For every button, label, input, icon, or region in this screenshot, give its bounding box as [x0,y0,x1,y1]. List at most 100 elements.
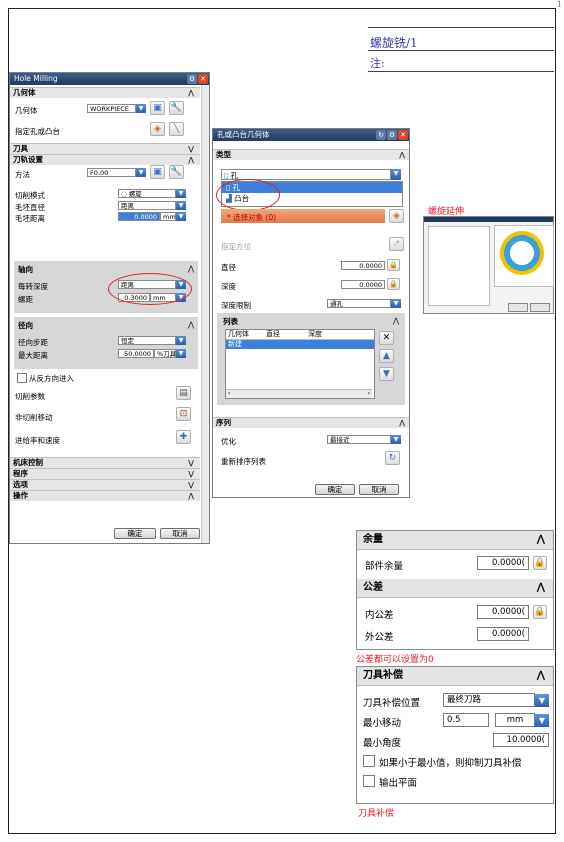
cancel-button[interactable]: 取消 [160,528,200,539]
max-distance-unit[interactable]: %刀具 [154,349,176,358]
lock-icon[interactable]: 🔒 [387,278,400,290]
lock-icon[interactable]: 🔒 [533,556,547,570]
depth-input[interactable]: 0.0000 [341,280,385,289]
ok-button[interactable]: 确定 [315,484,355,495]
blank-distance-input[interactable]: 0.0000 [118,212,160,221]
outtol-input[interactable]: 0.0000( [477,627,529,641]
list-item[interactable]: 新建 [226,340,374,349]
select-objects-icon[interactable]: ◈ [389,209,404,223]
max-distance-input[interactable]: 50.0000 [118,349,154,358]
chevron-down-icon[interactable]: ▼ [176,201,186,210]
intol-input[interactable]: 0.0000( [477,605,529,619]
doc-note: 注: [370,57,385,70]
move-up-icon[interactable]: ▲ [379,349,394,363]
geometry-select[interactable]: WORKPIECE_ [87,104,136,113]
section-tolerance[interactable]: 公差 ⋀ [357,579,553,598]
close-icon[interactable]: ✕ [379,331,394,345]
refresh-icon[interactable]: ↻ [385,451,400,465]
chevron-down-icon[interactable]: ▼ [136,168,146,177]
depth-limit-select[interactable]: 通孔 [327,299,391,308]
section-path-settings[interactable]: 刀轨设置 ⋀ [10,154,200,165]
section-program[interactable]: 程序 ⋁ [10,468,200,479]
edit-method-icon[interactable]: ▣ [150,165,165,179]
hole-boss-titlebar: 孔或凸台几何体 ↻ ⚙ ✕ [213,129,409,141]
cut-params-icon[interactable]: ▤ [176,386,191,400]
cut-mode-select[interactable]: ◌ 螺旋 [118,189,176,198]
section-tool[interactable]: 刀具 ⋁ [10,143,200,154]
tool-compensation-panel: 刀具补偿 ⋀ 刀具补偿位置 最终刀路 ▼ 最小移动 0.5 mm ▼ 最小角度 1… [356,666,554,804]
radial-section-label[interactable]: 径向 [18,320,33,331]
ok-button[interactable]: 确定 [114,528,156,539]
section-type[interactable]: 类型 ⋀ [213,149,409,160]
section-stock[interactable]: 余量 ⋀ [357,531,553,550]
chevron-up-icon[interactable]: ⋀ [188,320,194,329]
min-move-label: 最小移动 [363,718,402,729]
chevron-up-icon[interactable]: ⋀ [393,316,399,325]
blank-distance-unit[interactable]: mm [160,212,176,221]
csys-icon[interactable]: ↗ [389,237,404,251]
min-move-input[interactable]: 0.5 [443,713,489,727]
part-stock-label: 部件余量 [365,561,404,572]
reverse-entry-label: 从反方向进入 [29,374,74,383]
wrench-icon[interactable]: 🔧 [169,101,184,115]
axial-section-label[interactable]: 轴向 [18,264,33,275]
optimize-select[interactable]: 最接近 [327,435,391,444]
wrench-icon[interactable]: 🔧 [169,165,184,179]
optimize-label: 优化 [221,437,236,446]
highlight-ellipse [108,273,192,305]
horizontal-scrollbar[interactable]: ‹ › [226,389,372,398]
chevron-down-icon[interactable]: ▼ [391,169,401,180]
list-section-label[interactable]: 列表 [223,316,238,327]
suppress-comp-checkbox[interactable] [363,755,375,767]
stock-tolerance-panel: 余量 ⋀ 部件余量 0.0000( 🔒 公差 ⋀ 内公差 0.0000( 🔒 外公差… [356,530,554,650]
blank-diameter-select[interactable]: 距离 [118,201,176,210]
section-sequence[interactable]: 序列 ⋀ [213,417,409,428]
section-options[interactable]: 选项 ⋁ [10,479,200,490]
move-down-icon[interactable]: ▼ [379,367,394,381]
pitch-label: 螺距 [18,295,33,304]
list-col-header: 直径 [266,330,280,338]
new-geometry-icon[interactable]: ▣ [150,101,165,115]
diameter-input[interactable]: 0.0000 [341,261,385,270]
part-stock-input[interactable]: 0.0000( [477,556,529,570]
intol-label: 内公差 [365,610,394,621]
flashlight-icon[interactable]: ╲ [169,122,184,136]
cancel-button[interactable]: 取消 [359,484,399,495]
chevron-down-icon[interactable]: ▼ [535,694,549,707]
close-icon[interactable]: ✕ [198,74,208,84]
depth-limit-label: 深度限制 [221,301,251,310]
output-plane-checkbox[interactable] [363,775,375,787]
chevron-down-icon[interactable]: ▼ [176,349,186,358]
chevron-down-icon[interactable]: ▼ [535,714,549,727]
method-select[interactable]: F0.00 [87,168,136,177]
chevron-down-icon[interactable]: ▼ [176,189,186,198]
chevron-down-icon[interactable]: ▼ [391,299,401,308]
specify-holes-icon[interactable]: ◈ [150,122,165,136]
reverse-entry-checkbox[interactable] [17,373,27,383]
feeds-speeds-icon[interactable]: ✚ [176,430,191,444]
gear-icon[interactable]: ⚙ [187,74,197,84]
comp-position-select[interactable]: 最终刀路 [443,693,535,707]
non-cut-moves-icon[interactable]: ⊡ [176,407,191,421]
min-angle-input[interactable]: 10.0000( [493,733,549,747]
chevron-down-icon[interactable]: ▼ [176,212,186,221]
chevron-down-icon[interactable]: ▼ [136,104,146,113]
section-geometry[interactable]: 几何体 ⋀ [10,87,200,98]
gear-icon[interactable]: ⚙ [387,130,397,140]
radial-step-select[interactable]: 恒定 [118,336,176,345]
doc-title: 螺旋铣/1 [370,36,418,50]
reset-icon[interactable]: ↻ [376,130,386,140]
chevron-down-icon[interactable]: ▼ [176,336,186,345]
min-move-unit[interactable]: mm [495,713,535,727]
reorder-label: 重新排序列表 [221,457,266,466]
section-machine-control[interactable]: 机床控制 ⋁ [10,457,200,468]
chevron-down-icon[interactable]: ▼ [391,435,401,444]
close-icon[interactable]: ✕ [398,130,408,140]
lock-icon[interactable]: 🔒 [533,605,547,619]
section-tool-compensation[interactable]: 刀具补偿 ⋀ [357,667,553,686]
dialog-scrollbar[interactable] [201,85,209,543]
lock-icon[interactable]: 🔒 [387,259,400,271]
chevron-up-icon[interactable]: ⋀ [188,264,194,273]
blank-diameter-label: 毛坯直径 [15,203,45,212]
section-actions[interactable]: 操作 ⋀ [10,490,200,501]
